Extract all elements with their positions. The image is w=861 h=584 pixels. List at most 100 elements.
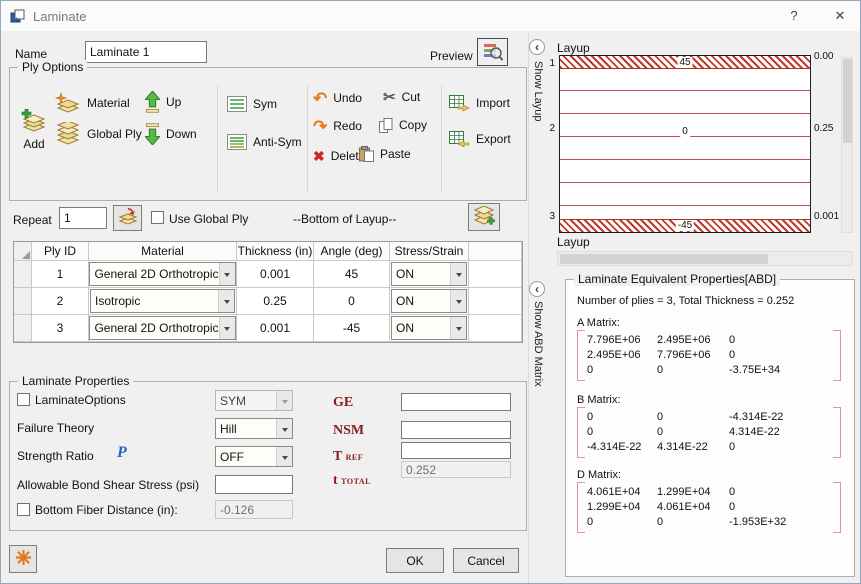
ok-button[interactable]: OK (386, 548, 444, 573)
export-button[interactable]: Export (449, 127, 521, 151)
bond-shear-input[interactable] (215, 475, 293, 494)
scrollbar-thumb[interactable] (560, 254, 768, 264)
strength-ratio-label: Strength Ratio (17, 449, 94, 463)
bond-shear-label: Allowable Bond Shear Stress (psi) (17, 478, 200, 492)
matrix-row: 0 0 -1.953E+32 (587, 515, 831, 530)
ge-input[interactable] (401, 393, 511, 411)
chevron-down-icon[interactable] (450, 317, 466, 339)
chevron-down-icon[interactable] (218, 290, 234, 312)
laminate-options-select[interactable]: SYM (215, 390, 293, 411)
failure-theory-label: Failure Theory (17, 421, 95, 435)
tref-label: T REF (333, 449, 364, 464)
thickness-cell[interactable]: 0.25 (237, 288, 314, 315)
stress-strain-select-row1[interactable]: ON (391, 262, 467, 286)
col-header-stress-strain[interactable]: Stress/Strain (390, 242, 469, 261)
angle-cell[interactable]: 45 (314, 261, 390, 288)
collapse-abd-button[interactable]: ‹ (529, 281, 545, 297)
copy-button[interactable]: Copy (379, 114, 437, 136)
combo-value: General 2D Orthotropic (94, 321, 219, 335)
show-abd-side-label[interactable]: Show ABD Matrix (532, 301, 544, 387)
matrix-cell: 0 (587, 426, 594, 438)
laminate-options-checkbox[interactable] (17, 393, 30, 406)
matrix-cell: 0 (729, 486, 736, 498)
ply-table: Ply ID Material Thickness (in) Angle (de… (13, 241, 523, 343)
chevron-down-icon[interactable] (276, 419, 292, 438)
angle-cell[interactable]: -45 (314, 315, 390, 342)
col-header-angle[interactable]: Angle (deg) (314, 242, 390, 261)
tref-input[interactable] (401, 442, 511, 459)
material-cell: Isotropic (89, 288, 237, 315)
repeat-apply-button[interactable] (113, 205, 142, 231)
cut-icon: ✂ (383, 88, 396, 106)
collapse-layup-button[interactable]: ‹ (529, 39, 545, 55)
global-ply-button-label: Global Ply (87, 127, 142, 141)
chevron-down-icon[interactable] (218, 317, 235, 339)
repeat-input[interactable] (59, 207, 107, 229)
material-select-row2[interactable]: Isotropic (90, 289, 235, 313)
ge-label: GE (333, 395, 354, 410)
ply-id-cell[interactable]: 1 (32, 261, 89, 288)
sparkle-icon (15, 550, 31, 568)
failure-theory-select[interactable]: Hill (215, 418, 293, 439)
close-button[interactable]: ✕ (829, 8, 851, 24)
add-layer-icon (473, 204, 495, 229)
repeat-layers-icon (118, 207, 138, 229)
material-select-row3[interactable]: General 2D Orthotropic (89, 316, 236, 340)
name-input[interactable] (85, 41, 207, 63)
preview-label: Preview (430, 49, 473, 63)
matrix-row: 0 0 4.314E-22 (587, 425, 831, 440)
layup-horizontal-scrollbar[interactable] (557, 251, 853, 266)
table-corner-cell[interactable] (14, 242, 32, 261)
move-down-button[interactable]: Down (145, 121, 211, 147)
chevron-down-icon[interactable] (276, 447, 292, 466)
row-selector[interactable] (14, 288, 32, 315)
move-up-button[interactable]: Up (145, 89, 207, 115)
stress-strain-select-row2[interactable]: ON (391, 289, 467, 313)
preview-button[interactable] (477, 38, 508, 66)
nsm-input[interactable] (401, 421, 511, 439)
cancel-button[interactable]: Cancel (453, 548, 519, 573)
row-selector[interactable] (14, 315, 32, 342)
col-header-thickness[interactable]: Thickness (in) (237, 242, 314, 261)
paste-button[interactable]: Paste (359, 142, 433, 166)
chevron-down-icon[interactable] (450, 263, 466, 285)
redo-button[interactable]: ↷ Redo (313, 115, 375, 137)
options-button[interactable] (9, 545, 37, 573)
layup-line (560, 113, 810, 114)
matrix-cell: 0 (657, 516, 664, 528)
ply-id-cell[interactable]: 3 (32, 315, 89, 342)
import-button[interactable]: Import (449, 91, 521, 115)
help-button[interactable]: ? (783, 8, 805, 23)
layup-vertical-scrollbar[interactable] (841, 57, 853, 233)
material-select-row1[interactable]: General 2D Orthotropic (89, 262, 236, 286)
redo-button-label: Redo (333, 119, 362, 133)
show-layup-side-label[interactable]: Show Layup (532, 61, 544, 122)
matrix-cell: 4.061E+04 (657, 501, 711, 513)
chevron-down-icon[interactable] (450, 290, 466, 312)
thickness-cell[interactable]: 0.001 (237, 315, 314, 342)
undo-button[interactable]: ↶ Undo (313, 87, 375, 109)
scrollbar-thumb[interactable] (843, 59, 852, 143)
col-header-ply-id[interactable]: Ply ID (32, 242, 89, 261)
angle-cell[interactable]: 0 (314, 288, 390, 315)
add-ply-button[interactable]: Add (15, 89, 53, 171)
anti-sym-button[interactable]: Anti-Sym (227, 131, 305, 153)
chevron-down-icon[interactable] (218, 263, 235, 285)
laminate-properties-title: Laminate Properties (18, 374, 134, 388)
use-global-ply-checkbox[interactable] (151, 211, 164, 224)
material-button[interactable]: Material (55, 91, 151, 115)
row-selector[interactable] (14, 261, 32, 288)
bottom-fiber-checkbox[interactable] (17, 503, 30, 516)
col-header-material[interactable]: Material (89, 242, 237, 261)
strength-ratio-select[interactable]: OFF (215, 446, 293, 467)
d-matrix-label: D Matrix: (577, 469, 621, 481)
stress-strain-select-row3[interactable]: ON (391, 316, 467, 340)
thickness-cell[interactable]: 0.001 (237, 261, 314, 288)
matrix-row: 0 0 -3.75E+34 (587, 363, 831, 378)
ply-id-cell[interactable]: 2 (32, 288, 89, 315)
title-bar[interactable]: L Laminate ? ✕ (1, 1, 860, 31)
chevron-down-icon[interactable] (276, 391, 292, 410)
cut-button[interactable]: ✂ Cut (383, 85, 437, 109)
add-bottom-layup-button[interactable] (468, 203, 500, 231)
sym-button[interactable]: Sym (227, 93, 297, 115)
